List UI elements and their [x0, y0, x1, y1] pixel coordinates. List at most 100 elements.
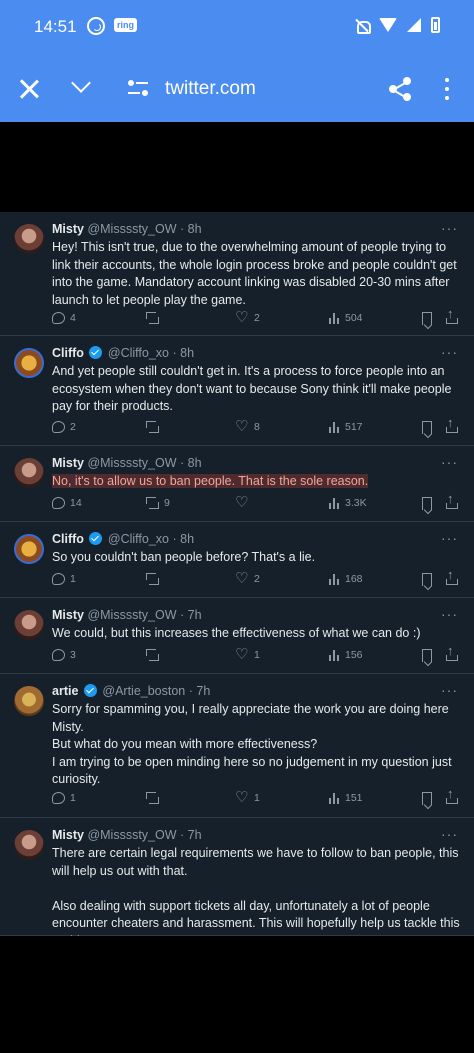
avatar[interactable] — [14, 830, 44, 860]
like-button[interactable]: 2 — [235, 308, 260, 326]
reply-button[interactable]: 4 — [52, 312, 76, 324]
reply-button[interactable]: 14 — [52, 497, 82, 509]
avatar[interactable] — [14, 458, 44, 488]
reply-count: 4 — [70, 312, 76, 324]
retweet-button[interactable] — [146, 573, 164, 585]
tweet[interactable]: artie @Artie_boston · 7h ··· Sorry for s… — [0, 674, 474, 818]
tweet[interactable]: Misty @Missssty_OW · 8h ··· Hey! This is… — [0, 212, 474, 336]
share-button[interactable] — [446, 415, 458, 433]
author-handle[interactable]: @Missssty_OW — [87, 608, 176, 622]
avatar[interactable] — [14, 610, 44, 640]
like-button[interactable]: 2 — [235, 569, 260, 587]
like-button[interactable]: 8 — [235, 417, 260, 435]
tweet[interactable]: Misty @Missssty_OW · 8h ··· No, it's to … — [0, 446, 474, 522]
tweet-time[interactable]: 8h — [180, 346, 194, 360]
retweet-icon — [146, 792, 159, 804]
tweet-text: There are certain legal requirements we … — [52, 845, 462, 936]
share-button[interactable] — [446, 643, 458, 661]
share-icon — [446, 786, 458, 804]
retweet-button[interactable] — [146, 421, 164, 433]
tweet-time[interactable]: 7h — [196, 684, 210, 698]
site-settings-icon[interactable] — [128, 80, 148, 98]
tweet[interactable]: Misty @Missssty_OW · 7h ··· There are ce… — [0, 818, 474, 936]
tweet[interactable]: Cliffo @Cliffo_xo · 8h ··· So you couldn… — [0, 522, 474, 598]
author-name[interactable]: Cliffo — [52, 346, 84, 360]
tweet[interactable]: Misty @Missssty_OW · 7h ··· We could, bu… — [0, 598, 474, 674]
author-handle[interactable]: @Artie_boston — [102, 684, 185, 698]
tweet-text-content: And yet people still couldn't get in. It… — [52, 364, 452, 413]
more-vert-icon[interactable] — [444, 78, 450, 100]
author-handle[interactable]: @Cliffo_xo — [108, 346, 169, 360]
views-icon — [329, 312, 340, 324]
more-options-icon[interactable]: ··· — [441, 682, 458, 698]
views-button[interactable]: 151 — [329, 792, 363, 804]
author-name[interactable]: Misty — [52, 456, 84, 470]
views-button[interactable]: 3.3K — [329, 497, 367, 509]
heart-icon — [235, 788, 249, 806]
tweet-time[interactable]: 8h — [180, 532, 194, 546]
author-name[interactable]: Misty — [52, 222, 84, 236]
author-name[interactable]: Misty — [52, 608, 84, 622]
reply-button[interactable]: 2 — [52, 421, 76, 433]
share-button[interactable] — [446, 567, 458, 585]
bookmark-button[interactable] — [422, 421, 432, 434]
reply-button[interactable]: 1 — [52, 573, 76, 585]
bookmark-button[interactable] — [422, 312, 432, 325]
heart-icon — [235, 645, 249, 663]
more-options-icon[interactable]: ··· — [441, 220, 458, 236]
retweet-button[interactable] — [146, 792, 164, 804]
views-button[interactable]: 168 — [329, 573, 363, 585]
views-icon — [329, 649, 340, 661]
author-name[interactable]: Misty — [52, 828, 84, 842]
bookmark-button[interactable] — [422, 792, 432, 805]
author-handle[interactable]: @Missssty_OW — [87, 828, 176, 842]
views-icon — [329, 792, 340, 804]
more-options-icon[interactable]: ··· — [441, 454, 458, 470]
views-button[interactable]: 517 — [329, 421, 363, 433]
reply-button[interactable]: 1 — [52, 792, 76, 804]
views-button[interactable]: 504 — [329, 312, 363, 324]
author-name[interactable]: Cliffo — [52, 532, 84, 546]
share-button[interactable] — [446, 306, 458, 324]
author-handle[interactable]: @Missssty_OW — [87, 222, 176, 236]
tweet-text-content: We could, but this increases the effecti… — [52, 626, 421, 640]
more-options-icon[interactable]: ··· — [441, 606, 458, 622]
tweet-time[interactable]: 7h — [188, 608, 202, 622]
verified-badge-icon — [89, 532, 103, 545]
tweet[interactable]: Cliffo @Cliffo_xo · 8h ··· And yet peopl… — [0, 336, 474, 446]
avatar[interactable] — [14, 686, 44, 716]
more-options-icon[interactable]: ··· — [441, 530, 458, 546]
like-button[interactable] — [235, 493, 254, 511]
reply-button[interactable]: 3 — [52, 649, 76, 661]
avatar[interactable] — [14, 534, 44, 564]
retweet-icon — [146, 497, 159, 509]
retweet-button[interactable] — [146, 649, 164, 661]
author-handle[interactable]: @Cliffo_xo — [108, 532, 169, 546]
like-button[interactable]: 1 — [235, 645, 260, 663]
author-name[interactable]: artie — [52, 684, 78, 698]
bookmark-button[interactable] — [422, 573, 432, 586]
views-button[interactable]: 156 — [329, 649, 363, 661]
share-button[interactable] — [446, 786, 458, 804]
share-button[interactable] — [446, 491, 458, 509]
avatar[interactable] — [14, 224, 44, 254]
like-button[interactable]: 1 — [235, 788, 260, 806]
share-icon[interactable] — [388, 76, 412, 102]
more-options-icon[interactable]: ··· — [441, 826, 458, 842]
url-text[interactable]: twitter.com — [165, 78, 256, 100]
bookmark-button[interactable] — [422, 649, 432, 662]
tweet-time[interactable]: 8h — [188, 456, 202, 470]
tweet-text-content: So you couldn't ban people before? That'… — [52, 550, 316, 564]
close-icon[interactable] — [18, 78, 40, 100]
tweet-time[interactable]: 8h — [188, 222, 202, 236]
chevron-down-icon[interactable] — [71, 73, 91, 93]
author-handle[interactable]: @Missssty_OW — [87, 456, 176, 470]
ring-icon: ring — [114, 18, 137, 32]
avatar[interactable] — [14, 348, 44, 378]
tweet-actions: 14 9 3.3K — [52, 491, 462, 513]
bookmark-button[interactable] — [422, 497, 432, 510]
tweet-time[interactable]: 7h — [188, 828, 202, 842]
retweet-button[interactable]: 9 — [146, 497, 170, 509]
more-options-icon[interactable]: ··· — [441, 344, 458, 360]
retweet-button[interactable] — [146, 312, 164, 324]
